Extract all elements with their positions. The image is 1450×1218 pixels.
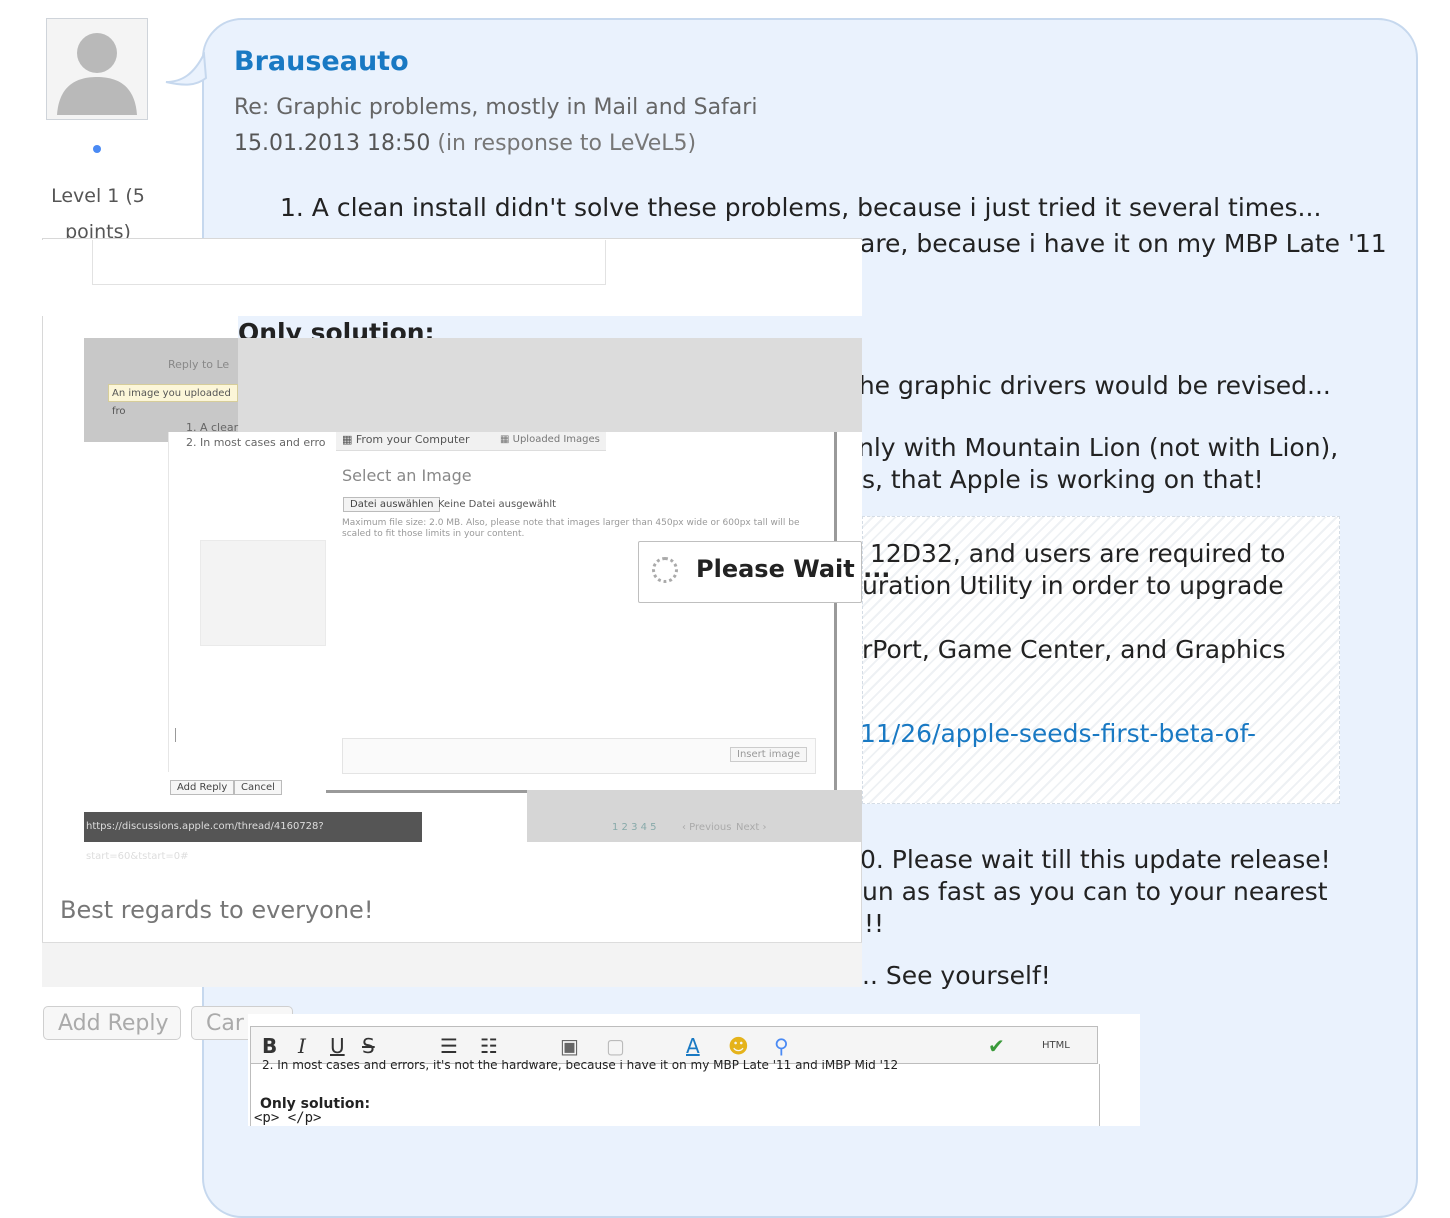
post-author[interactable]: Brauseauto	[234, 46, 409, 77]
quote-line-1: 12D32, and users are required to	[870, 539, 1286, 568]
pager-next[interactable]: Next ›	[736, 822, 766, 833]
post-line-1: 1. A clean install didn't solve these pr…	[280, 193, 1322, 222]
add-reply-button[interactable]: Add Reply	[43, 1006, 181, 1040]
user-silhouette-icon	[57, 33, 137, 115]
spellcheck-icon[interactable]: ✔	[988, 1034, 1005, 1058]
browser-status-bar: https://discussions.apple.com/thread/416…	[84, 812, 422, 862]
online-status-dot	[93, 145, 101, 153]
editor-body[interactable]	[250, 1064, 1100, 1126]
bullet-list-icon[interactable]: ☰	[440, 1034, 458, 1058]
avatar[interactable]	[46, 18, 148, 120]
no-file-label: Keine Datei ausgewählt	[438, 499, 557, 510]
post-para-a2: s, that Apple is working on that!	[862, 465, 1264, 494]
image-placeholder	[200, 540, 326, 646]
embedded-cancel-button[interactable]: Cancel	[234, 780, 282, 795]
post-para-a1: nly with Mountain Lion (not with Lion),	[858, 433, 1339, 462]
reply-to-label: Reply to Le	[168, 358, 230, 371]
embedded-list-2: 2. In most cases and erro	[186, 436, 326, 449]
emoticon-icon[interactable]: ☻	[728, 1034, 749, 1058]
text-cursor	[175, 728, 176, 742]
strikethrough-icon[interactable]: S	[362, 1034, 375, 1058]
tab-uploaded-images[interactable]: ▦ Uploaded Images	[500, 434, 600, 445]
upload-tooltip: An image you uploaded fro	[108, 384, 238, 417]
media-icon[interactable]: ▢	[606, 1034, 625, 1058]
post-timestamp: 15.01.2013 18:50	[234, 131, 431, 156]
post-date: 15.01.2013 18:50 (in response to LeVeL5)	[234, 131, 696, 156]
embedded-list-1: 1. A clear	[186, 421, 239, 434]
underline-icon[interactable]: U	[330, 1034, 345, 1058]
numbered-list-icon[interactable]: ☷	[480, 1034, 498, 1058]
embedded-add-reply-button[interactable]: Add Reply	[170, 780, 235, 795]
post-subject: Re: Graphic problems, mostly in Mail and…	[234, 95, 758, 120]
tab-from-computer[interactable]: ▦ From your Computer	[342, 433, 470, 446]
post-para-b1: 0. Please wait till this update release!	[860, 845, 1331, 874]
choose-file-button[interactable]: Datei auswählen	[343, 497, 441, 512]
select-image-title: Select an Image	[342, 466, 472, 485]
editor-footer	[42, 942, 862, 987]
regards-text: Best regards to everyone!	[60, 896, 374, 924]
post-line-2: are, because i have it on my MBP Late '1…	[860, 229, 1387, 258]
formatting-toolbar	[250, 1026, 1098, 1064]
post-para-b2: un as fast as you can to your nearest	[862, 877, 1328, 906]
font-style-icon[interactable]: A	[686, 1034, 700, 1058]
insert-link-icon[interactable]: ⚲	[774, 1034, 789, 1058]
editor-body-code: <p> </p>	[254, 1110, 322, 1126]
editor-body-line: 2. In most cases and errors, it's not th…	[262, 1060, 899, 1072]
pager-numbers[interactable]: 1 2 3 4 5	[612, 822, 657, 833]
camera-icon[interactable]: ▣	[560, 1034, 579, 1058]
quote-line-3: rPort, Game Center, and Graphics	[862, 635, 1286, 664]
pager-previous[interactable]: ‹ Previous	[682, 822, 731, 833]
html-mode-button[interactable]: HTML	[1042, 1040, 1070, 1051]
please-wait-text: Please Wait ...	[696, 555, 891, 583]
pager-area	[527, 790, 862, 842]
post-para-b3: !!	[864, 909, 885, 938]
italic-icon[interactable]: I	[298, 1034, 306, 1058]
bold-icon[interactable]: B	[262, 1034, 277, 1058]
quote-line-2: uration Utility in order to upgrade	[862, 571, 1284, 600]
editor-subject-field[interactable]	[92, 240, 606, 285]
insert-image-button[interactable]: Insert image	[730, 747, 808, 762]
bubble-pointer-icon	[165, 52, 208, 86]
spinner-icon	[652, 557, 678, 583]
quote-link[interactable]: 11/26/apple-seeds-first-beta-of-	[860, 719, 1256, 748]
file-size-note: Maximum file size: 2.0 MB. Also, please …	[342, 518, 800, 539]
post-para-c: .. See yourself!	[862, 961, 1051, 990]
in-response-link[interactable]: (in response to LeVeL5)	[437, 131, 696, 156]
